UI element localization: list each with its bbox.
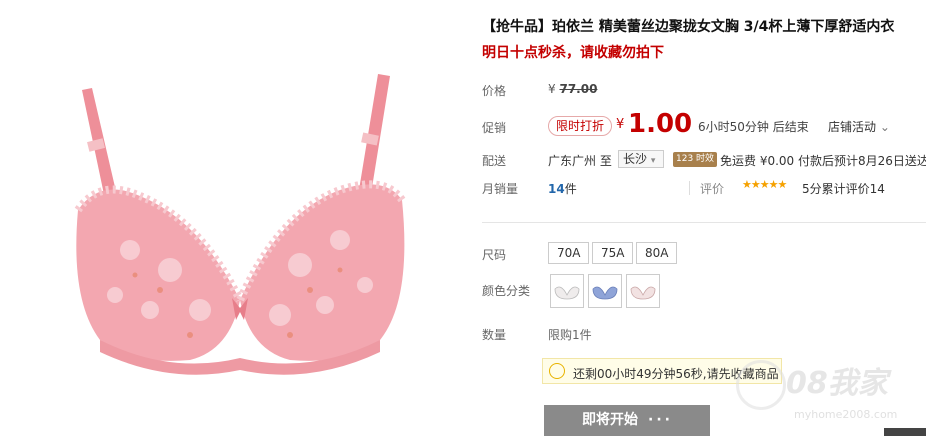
bra-thumbnail-icon <box>630 286 656 300</box>
promo-label: 促销 <box>482 121 507 135</box>
buy-button[interactable]: 即将开始 ··· <box>544 405 710 436</box>
size-label: 尺码 <box>482 248 507 262</box>
sales-count: 14件 <box>548 180 577 197</box>
bra-thumbnail-icon <box>554 286 580 300</box>
caret-down-icon: ▾ <box>650 156 656 166</box>
sales-count-value: 14 <box>548 182 565 196</box>
shipping-from: 广东广州 至 <box>548 154 612 168</box>
sales-unit: 件 <box>564 182 577 196</box>
chevron-down-icon: ⌄ <box>879 120 890 134</box>
shipping-text: 免运费 ¥0.00 付款后预计8月26日送达 <box>720 154 926 168</box>
rating-label: 评价 <box>700 182 725 196</box>
color-swatch-blue[interactable] <box>588 274 622 308</box>
promo-price: 1.00 <box>628 109 693 139</box>
promo-currency: ¥ <box>616 117 625 132</box>
product-subtitle: 明日十点秒杀，请收藏勿拍下 <box>482 45 664 61</box>
watermark-text: 08我家 <box>786 366 888 401</box>
section-divider <box>482 222 926 223</box>
star-rating-icon: ★★★★★ <box>742 178 787 191</box>
original-price: ¥ 77.00 <box>548 82 597 96</box>
corner-bar <box>884 428 926 436</box>
product-image-panel <box>0 0 474 436</box>
currency-symbol: ¥ <box>548 82 556 96</box>
site-watermark: 08我家 myhome2008.com <box>728 352 918 436</box>
size-option-80a[interactable]: 80A <box>636 242 678 264</box>
product-title: 【抢牛品】珀依兰 精美蕾丝边聚拢女文胸 3/4杯上薄下厚舒适内衣 <box>482 19 895 35</box>
color-label: 颜色分类 <box>482 284 531 298</box>
promo-tag: 限时打折 <box>548 116 613 136</box>
sales-label: 月销量 <box>482 182 519 196</box>
color-swatch-white[interactable] <box>550 274 584 308</box>
price-label: 价格 <box>482 84 507 98</box>
color-swatch-pink[interactable] <box>626 274 660 308</box>
lightbulb-icon <box>549 363 565 379</box>
house-logo-icon <box>736 360 786 410</box>
purchase-limit: 限购1件 <box>548 328 592 342</box>
store-activity-dropdown[interactable]: 店铺活动 ⌄ <box>828 118 890 135</box>
size-option-70a[interactable]: 70A <box>548 242 590 264</box>
promo-countdown: 6小时50分钟 后结束 <box>698 120 809 134</box>
store-activity-label: 店铺活动 <box>828 120 877 134</box>
divider <box>689 181 690 195</box>
rating-summary-link[interactable]: 5分累计评价14 <box>802 180 885 197</box>
buy-button-dots: ··· <box>648 412 673 428</box>
city-select-value: 长沙 <box>623 152 648 166</box>
delivery-hours-badge: 123 时效 <box>673 152 718 167</box>
bra-thumbnail-icon <box>592 286 618 300</box>
watermark-url: myhome2008.com <box>794 408 898 421</box>
city-select[interactable]: 长沙 ▾ <box>618 150 664 168</box>
original-price-value: 77.00 <box>559 82 598 96</box>
shipping-label: 配送 <box>482 154 507 168</box>
product-image[interactable] <box>40 60 440 390</box>
size-option-75a[interactable]: 75A <box>592 242 634 264</box>
quantity-label: 数量 <box>482 328 507 342</box>
buy-button-label: 即将开始 <box>582 412 638 428</box>
